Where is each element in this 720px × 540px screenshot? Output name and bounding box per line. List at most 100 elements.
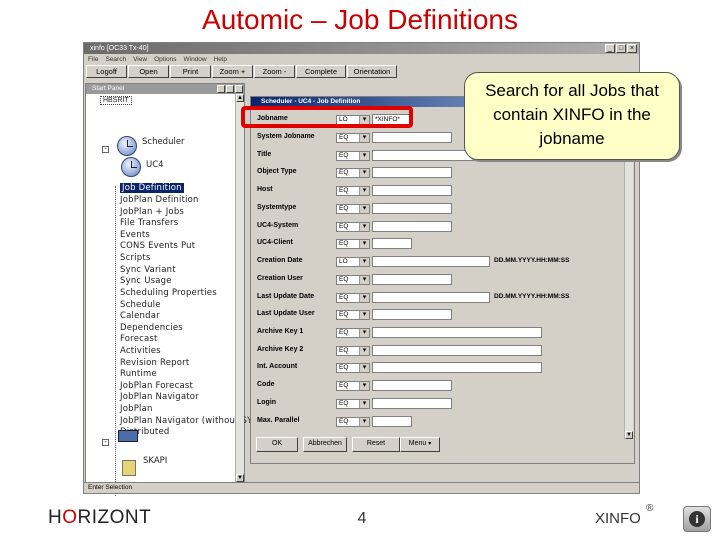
tree-item[interactable]: Schedule — [120, 300, 161, 310]
op-select[interactable]: EQ — [336, 293, 370, 303]
scroll-up-icon[interactable]: ▲ — [236, 94, 244, 102]
horizont-logo: HORIZONT — [48, 507, 151, 529]
tree-item[interactable]: Runtime — [120, 369, 157, 379]
scheduler-label[interactable]: Scheduler — [142, 137, 185, 147]
zoom-in-button[interactable]: Zoom + — [212, 65, 253, 78]
scroll-down-icon[interactable]: ▼ — [236, 474, 244, 482]
op-select[interactable]: EQ — [336, 310, 370, 320]
tree-item-job-definition[interactable]: Job Definition — [120, 183, 184, 193]
tree-item[interactable]: JobPlan Definition — [120, 195, 199, 205]
op-select[interactable]: LO — [336, 257, 370, 267]
creation-date-input[interactable] — [372, 256, 490, 267]
skapi-label[interactable]: SKAPI — [143, 456, 167, 466]
field-label: Last Update User — [257, 310, 315, 317]
maximize-icon[interactable]: □ — [616, 44, 626, 53]
menu-options[interactable]: Options — [154, 54, 176, 65]
tree-connector — [115, 186, 116, 496]
op-select[interactable]: EQ — [336, 204, 370, 214]
system-jobname-input[interactable] — [372, 132, 452, 143]
start-panel-titlebar: Start Panel — [86, 84, 244, 94]
op-select[interactable]: EQ — [336, 133, 370, 143]
zoom-out-button[interactable]: Zoom - — [254, 65, 295, 78]
int-account-input[interactable] — [372, 362, 542, 373]
tree-item[interactable]: Events — [120, 230, 150, 240]
tree-item[interactable]: Calendar — [120, 311, 160, 321]
tree-item[interactable]: JobPlan + Jobs — [120, 207, 184, 217]
code-input[interactable] — [372, 380, 452, 391]
archive-key-2-input[interactable] — [372, 345, 542, 356]
tree-item[interactable]: CONS Events Put — [120, 241, 195, 251]
tree-item[interactable]: File Transfers — [120, 218, 178, 228]
tree-item[interactable]: Sync Usage — [120, 276, 172, 286]
op-select[interactable]: EQ — [336, 346, 370, 356]
orientation-button[interactable]: Orientation — [347, 65, 397, 78]
menu-help[interactable]: Help — [214, 54, 227, 65]
panel-minimize-icon[interactable] — [217, 85, 225, 93]
print-button[interactable]: Print — [170, 65, 211, 78]
host-input[interactable] — [372, 185, 452, 196]
archive-key-1-input[interactable] — [372, 327, 542, 338]
op-select[interactable]: EQ — [336, 168, 370, 178]
op-select[interactable]: EQ — [336, 328, 370, 338]
status-bar: Enter Selection — [84, 482, 639, 493]
tree-root[interactable]: HBSRIT — [100, 96, 132, 105]
scroll-down-icon[interactable]: ▼ — [625, 431, 633, 439]
op-select[interactable]: EQ — [336, 399, 370, 409]
uc4-label[interactable]: UC4 — [146, 160, 164, 170]
explorer-scrollbar[interactable]: ▲ ▼ — [235, 94, 244, 482]
op-select[interactable]: EQ — [336, 239, 370, 249]
scheduler-clock-icon — [117, 136, 137, 156]
tree-item[interactable]: Dependencies — [120, 323, 183, 333]
systemtype-input[interactable] — [372, 203, 452, 214]
field-label: Title — [257, 151, 272, 158]
tree-item[interactable]: JobPlan Navigator — [120, 392, 199, 402]
op-select[interactable]: EQ — [336, 381, 370, 391]
uc4-system-input[interactable] — [372, 221, 452, 232]
complete-button[interactable]: Complete — [296, 65, 346, 78]
last-update-user-input[interactable] — [372, 309, 452, 320]
object-type-input[interactable] — [372, 167, 452, 178]
window-title: xinfo [OC33 Tx-40] — [90, 45, 149, 52]
open-button[interactable]: Open — [128, 65, 169, 78]
start-panel-controls — [217, 85, 243, 93]
uc4-client-input[interactable] — [372, 238, 412, 249]
field-label: Creation Date — [257, 257, 303, 264]
field-label: UC4-System — [257, 222, 299, 229]
menu-search[interactable]: Search — [105, 54, 126, 65]
ok-button[interactable]: OK — [256, 437, 298, 452]
tree-item[interactable]: JobPlan Navigator (without SYNC) — [120, 416, 269, 426]
op-select[interactable]: EQ — [336, 417, 370, 427]
scheduler-expander[interactable]: - — [102, 146, 109, 153]
minimize-icon[interactable]: _ — [605, 44, 615, 53]
max-parallel-input[interactable] — [372, 416, 412, 427]
op-select[interactable]: EQ — [336, 363, 370, 373]
op-select[interactable]: EQ — [336, 275, 370, 285]
info-icon[interactable]: i — [683, 506, 711, 532]
tree-item[interactable]: Sync Variant — [120, 265, 176, 275]
creation-user-input[interactable] — [372, 274, 452, 285]
menu-button[interactable]: Menu ▾ — [400, 437, 440, 452]
panel-close-icon[interactable] — [235, 85, 243, 93]
reset-button[interactable]: Reset — [352, 437, 400, 452]
op-select[interactable]: EQ — [336, 222, 370, 232]
menu-view[interactable]: View — [133, 54, 147, 65]
logoff-button[interactable]: Logoff — [86, 65, 127, 78]
tree-item[interactable]: Scripts — [120, 253, 150, 263]
tree-item[interactable]: Activities — [120, 346, 161, 356]
tree-item[interactable]: Scheduling Properties — [120, 288, 217, 298]
tree-item[interactable]: Revision Report — [120, 358, 189, 368]
info-icon-glyph: i — [689, 511, 705, 527]
close-icon[interactable]: × — [627, 44, 637, 53]
login-input[interactable] — [372, 398, 452, 409]
tree-item[interactable]: JobPlan — [120, 404, 153, 414]
cancel-button[interactable]: Abbrechen — [303, 437, 347, 452]
bottom-expander[interactable]: - — [102, 439, 109, 446]
menu-file[interactable]: File — [88, 54, 98, 65]
op-select[interactable]: EQ — [336, 186, 370, 196]
last-update-date-input[interactable] — [372, 292, 490, 303]
tree-item[interactable]: Forecast — [120, 334, 158, 344]
tree-item[interactable]: JobPlan Forecast — [120, 381, 193, 391]
menu-window[interactable]: Window — [183, 54, 206, 65]
panel-maximize-icon[interactable] — [226, 85, 234, 93]
op-select[interactable]: EQ — [336, 151, 370, 161]
